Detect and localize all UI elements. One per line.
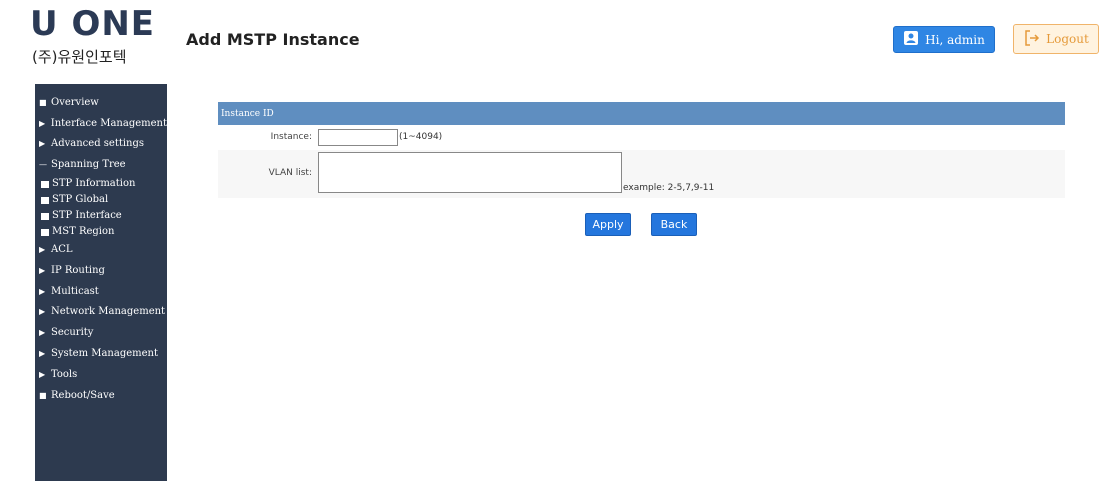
page-title: Add MSTP Instance: [186, 30, 360, 49]
logout-button-label: Logout: [1046, 32, 1089, 46]
triangle-right-icon: ▶: [39, 139, 46, 149]
sidebar-item-multicast[interactable]: ▶ Multicast: [35, 281, 167, 302]
apply-button[interactable]: Apply: [585, 213, 631, 236]
triangle-right-icon: ▶: [39, 245, 46, 255]
square-icon: [41, 197, 49, 205]
sidebar-item-acl[interactable]: ▶ ACL: [35, 239, 167, 260]
vlan-row: VLAN list: example: 2-5,7,9-11: [218, 150, 1065, 198]
sidebar-item-security[interactable]: ▶ Security: [35, 322, 167, 343]
sidebar-subitem-label: STP Global: [52, 193, 109, 205]
collapse-dash-icon: —: [39, 160, 47, 170]
triangle-right-icon: ▶: [39, 369, 46, 379]
logo-text: U ONE: [30, 4, 156, 44]
instance-form-panel: Instance ID Instance: (1~4094) VLAN list…: [218, 102, 1065, 198]
sidebar-item-label: ACL: [51, 244, 73, 256]
square-icon: ■: [39, 390, 47, 400]
logo: U ONE (주)유원인포텍: [30, 6, 170, 76]
square-icon: [41, 229, 49, 237]
instance-input[interactable]: [318, 129, 398, 146]
sidebar-item-label: Network Management: [51, 306, 166, 318]
square-icon: [41, 181, 49, 189]
back-button[interactable]: Back: [651, 213, 697, 236]
triangle-right-icon: ▶: [39, 118, 46, 128]
sidebar-item-label: Tools: [51, 368, 78, 380]
triangle-right-icon: ▶: [39, 265, 46, 275]
logout-icon: [1023, 29, 1041, 50]
triangle-right-icon: ▶: [39, 328, 46, 338]
sidebar-item-label: System Management: [51, 348, 159, 360]
sidebar-item-label: Advanced settings: [51, 138, 145, 150]
sidebar-item-advanced-settings[interactable]: ▶ Advanced settings: [35, 134, 167, 155]
sidebar-item-overview[interactable]: ■ Overview: [35, 92, 167, 113]
triangle-right-icon: ▶: [39, 349, 46, 359]
section-title: Instance ID: [218, 102, 1065, 125]
sidebar-subitem-label: STP Information: [52, 177, 136, 189]
square-icon: ■: [39, 97, 47, 107]
user-card-icon: [903, 30, 919, 49]
logo-subtext: (주)유원인포텍: [32, 48, 127, 66]
vlan-list-label: VLAN list:: [268, 168, 312, 178]
sidebar-item-spanning-tree[interactable]: — Spanning Tree: [35, 154, 167, 175]
square-icon: [41, 213, 49, 221]
sidebar-subitem-stp-information[interactable]: STP Information: [35, 175, 167, 191]
sidebar-item-system-management[interactable]: ▶ System Management: [35, 343, 167, 364]
user-button[interactable]: Hi, admin: [893, 26, 995, 53]
sidebar-subitem-label: STP Interface: [52, 209, 122, 221]
sidebar-item-label: Overview: [51, 96, 99, 108]
triangle-right-icon: ▶: [39, 286, 46, 296]
instance-label: Instance:: [270, 132, 312, 142]
instance-row: Instance: (1~4094): [218, 125, 1065, 150]
sidebar-item-label: Spanning Tree: [51, 159, 126, 171]
user-button-label: Hi, admin: [925, 32, 985, 47]
sidebar-subitem-label: MST Region: [52, 225, 115, 237]
instance-range-hint: (1~4094): [399, 132, 443, 142]
sidebar-item-label: IP Routing: [51, 264, 105, 276]
sidebar-item-ip-routing[interactable]: ▶ IP Routing: [35, 260, 167, 281]
sidebar-subitem-stp-interface[interactable]: STP Interface: [35, 207, 167, 223]
sidebar-subitem-stp-global[interactable]: STP Global: [35, 191, 167, 207]
sidebar-item-label: Interface Management: [50, 117, 167, 129]
sidebar-item-interface-management[interactable]: ▶ Interface Management: [35, 113, 167, 134]
logout-button[interactable]: Logout: [1013, 24, 1099, 54]
sidebar-item-label: Multicast: [51, 285, 99, 297]
sidebar-subitem-mst-region[interactable]: MST Region: [35, 223, 167, 239]
sidebar-item-label: Security: [51, 327, 94, 339]
sidebar-item-tools[interactable]: ▶ Tools: [35, 364, 167, 385]
vlan-list-textarea[interactable]: [318, 152, 622, 193]
vlan-list-example-hint: example: 2-5,7,9-11: [623, 183, 715, 193]
triangle-right-icon: ▶: [39, 307, 46, 317]
sidebar: ■ Overview ▶ Interface Management ▶ Adva…: [35, 84, 167, 481]
sidebar-item-label: Reboot/Save: [51, 389, 115, 401]
sidebar-item-reboot-save[interactable]: ■ Reboot/Save: [35, 385, 167, 406]
sidebar-item-network-management[interactable]: ▶ Network Management: [35, 302, 167, 323]
